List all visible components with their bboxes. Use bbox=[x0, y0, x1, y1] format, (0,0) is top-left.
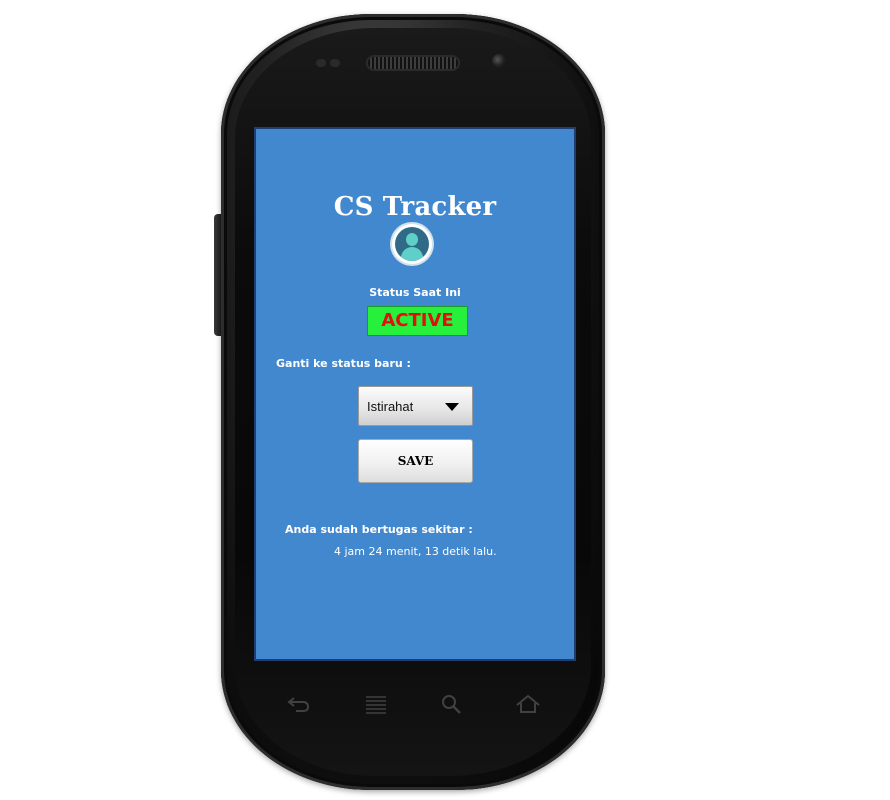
duty-duration-label: Anda sudah bertugas sekitar : bbox=[285, 523, 473, 536]
app-title: CS Tracker bbox=[333, 192, 497, 222]
search-icon[interactable] bbox=[439, 693, 465, 715]
save-button[interactable]: SAVE bbox=[358, 439, 473, 483]
light-sensor bbox=[330, 59, 340, 67]
avatar-circle bbox=[395, 227, 429, 261]
status-dropdown-value: Istirahat bbox=[367, 399, 414, 414]
proximity-sensor bbox=[316, 59, 326, 67]
duty-duration-value: 4 jam 24 menit, 13 detik lalu. bbox=[334, 545, 497, 558]
app-screen: CS Tracker Status Saat Ini ACTIVE Ganti … bbox=[254, 127, 576, 661]
current-status-label: Status Saat Ini bbox=[369, 286, 461, 299]
customer-service-agent-icon bbox=[392, 224, 432, 264]
home-icon[interactable] bbox=[515, 693, 541, 715]
status-dropdown[interactable]: Istirahat bbox=[358, 386, 473, 426]
device-stage: CS Tracker Status Saat Ini ACTIVE Ganti … bbox=[0, 0, 890, 800]
back-icon[interactable] bbox=[286, 693, 312, 715]
dropdown-arrow-icon bbox=[445, 403, 459, 411]
front-camera-icon bbox=[492, 54, 506, 68]
avatar-body bbox=[401, 247, 423, 261]
menu-icon[interactable] bbox=[363, 693, 389, 715]
change-status-label: Ganti ke status baru : bbox=[276, 357, 411, 370]
avatar-head bbox=[406, 233, 418, 246]
earpiece-speaker bbox=[366, 55, 460, 71]
status-badge: ACTIVE bbox=[367, 306, 468, 336]
